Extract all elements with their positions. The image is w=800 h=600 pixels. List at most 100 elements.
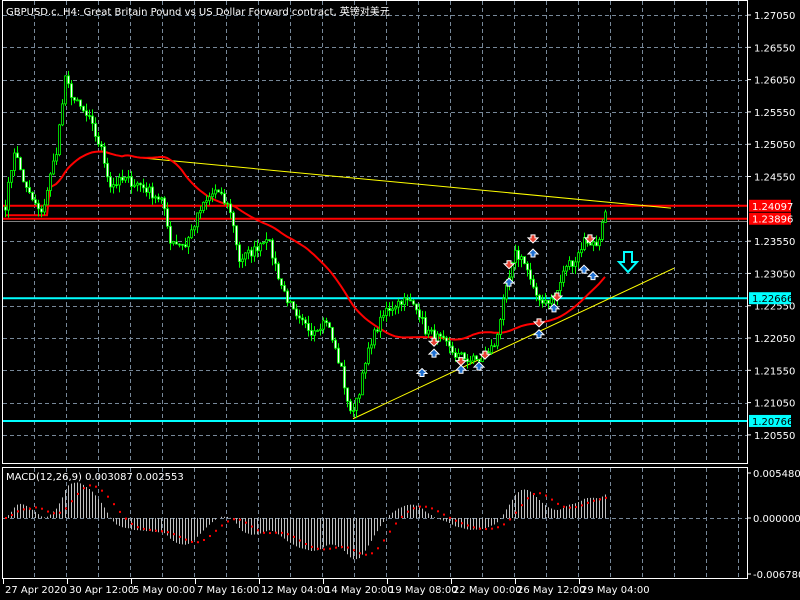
macd-signal-point [227, 520, 229, 523]
candle-body [493, 345, 496, 348]
macd-signal-point [53, 512, 55, 515]
candle-body [13, 152, 16, 171]
macd-signal-point [347, 546, 349, 549]
candle-body [478, 358, 481, 362]
macd-signal-point [437, 510, 439, 513]
macd-signal-point [419, 505, 421, 508]
candle-body [340, 362, 343, 367]
candle-body [325, 320, 328, 324]
macd-signal-point [401, 515, 403, 518]
candle-body [31, 192, 34, 201]
buy-arrow-icon [526, 248, 540, 258]
candle-body [103, 146, 106, 164]
candle-body [127, 176, 130, 179]
macd-signal-point [101, 489, 103, 492]
candle-body [454, 352, 457, 358]
candle-body [52, 160, 55, 175]
macd-signal-point [281, 531, 283, 534]
candle-body [469, 360, 472, 363]
candle-body [253, 246, 256, 257]
candle-body [322, 320, 325, 330]
candle-body [568, 260, 571, 267]
buy-arrow-icon [586, 270, 600, 281]
candle-body [106, 162, 109, 178]
macd-signal-point [143, 527, 145, 530]
macd-signal-point [17, 510, 19, 513]
macd-signal-point [305, 542, 307, 545]
chart-canvas[interactable]: 1.27050 1.26550 1.26050 1.25550 1.25050 1.245… [0, 0, 800, 600]
candle-body [529, 269, 532, 280]
time-label: 22 May 00:00 [453, 585, 522, 596]
macd-signal-point [155, 529, 157, 532]
candle-body [64, 75, 67, 105]
candle-body [358, 394, 361, 399]
time-label: 27 Apr 2020 [5, 585, 67, 596]
candle-body [154, 196, 157, 199]
candle-body [226, 202, 229, 205]
macd-axis-label: 0.000000 [753, 514, 800, 525]
time-label: 5 May 00:00 [133, 585, 195, 596]
macd-signal-point [35, 506, 37, 509]
candle-body [142, 184, 145, 189]
macd-signal-point [137, 526, 139, 529]
macd-signal-point [221, 524, 223, 527]
candle-body [289, 301, 292, 304]
candle-body [268, 239, 271, 242]
candle-body [334, 339, 337, 349]
candle-body [244, 252, 247, 260]
macd-signal-point [131, 522, 133, 525]
macd-signal-point [257, 529, 259, 532]
candle-body [196, 212, 199, 228]
candle-body [337, 347, 340, 364]
macd-signal-point [179, 535, 181, 538]
candle-body [133, 184, 136, 187]
candle-body [550, 297, 553, 304]
candle-body [223, 193, 226, 204]
price-label: 1.20550 [754, 431, 795, 442]
candle-body [181, 243, 184, 246]
candle-body [139, 182, 142, 186]
macd-signal-point [443, 513, 445, 516]
candle-body [169, 225, 172, 244]
candle-body [97, 136, 100, 145]
price-label: 1.26050 [754, 76, 795, 87]
level-price-tag: 1.22666 [749, 292, 793, 305]
macd-signal-point [581, 504, 583, 507]
candle-body [352, 410, 355, 412]
level-price-text: 1.24097 [752, 202, 793, 213]
time-label: 26 May 12:00 [517, 585, 586, 596]
macd-signal-point [371, 552, 373, 555]
candle-body [367, 347, 370, 364]
candle-body [523, 256, 526, 265]
macd-signal-point [107, 495, 109, 498]
macd-signal-point [185, 538, 187, 541]
macd-signal-point [365, 553, 367, 556]
candle-body [526, 263, 529, 271]
macd-signal-point [119, 510, 121, 513]
candle-body [25, 181, 28, 188]
candle-body [463, 352, 466, 360]
price-label: 1.23050 [754, 269, 795, 280]
macd-signal-point [173, 533, 175, 536]
level-price-tag: 1.23896 [749, 212, 793, 226]
macd-signal-point [425, 505, 427, 508]
macd-signal-point [29, 507, 31, 510]
macd-signal-point [245, 521, 247, 524]
macd-signal-point [521, 504, 523, 507]
horizontal-levels[interactable] [3, 204, 747, 422]
candle-body [562, 270, 565, 283]
candle-body [391, 308, 394, 311]
candle-body [4, 206, 7, 211]
buy-arrow-icon [577, 264, 591, 274]
candle-body [145, 187, 148, 193]
candle-body [439, 333, 442, 337]
candle-body [274, 257, 277, 265]
macd-signal-point [239, 518, 241, 521]
candle-body [232, 212, 235, 227]
candle-body [331, 327, 334, 341]
candle-body [418, 309, 421, 318]
candle-body [259, 243, 262, 252]
candle-body [514, 249, 517, 264]
candle-body [40, 208, 43, 213]
macd-signal-point [149, 528, 151, 531]
